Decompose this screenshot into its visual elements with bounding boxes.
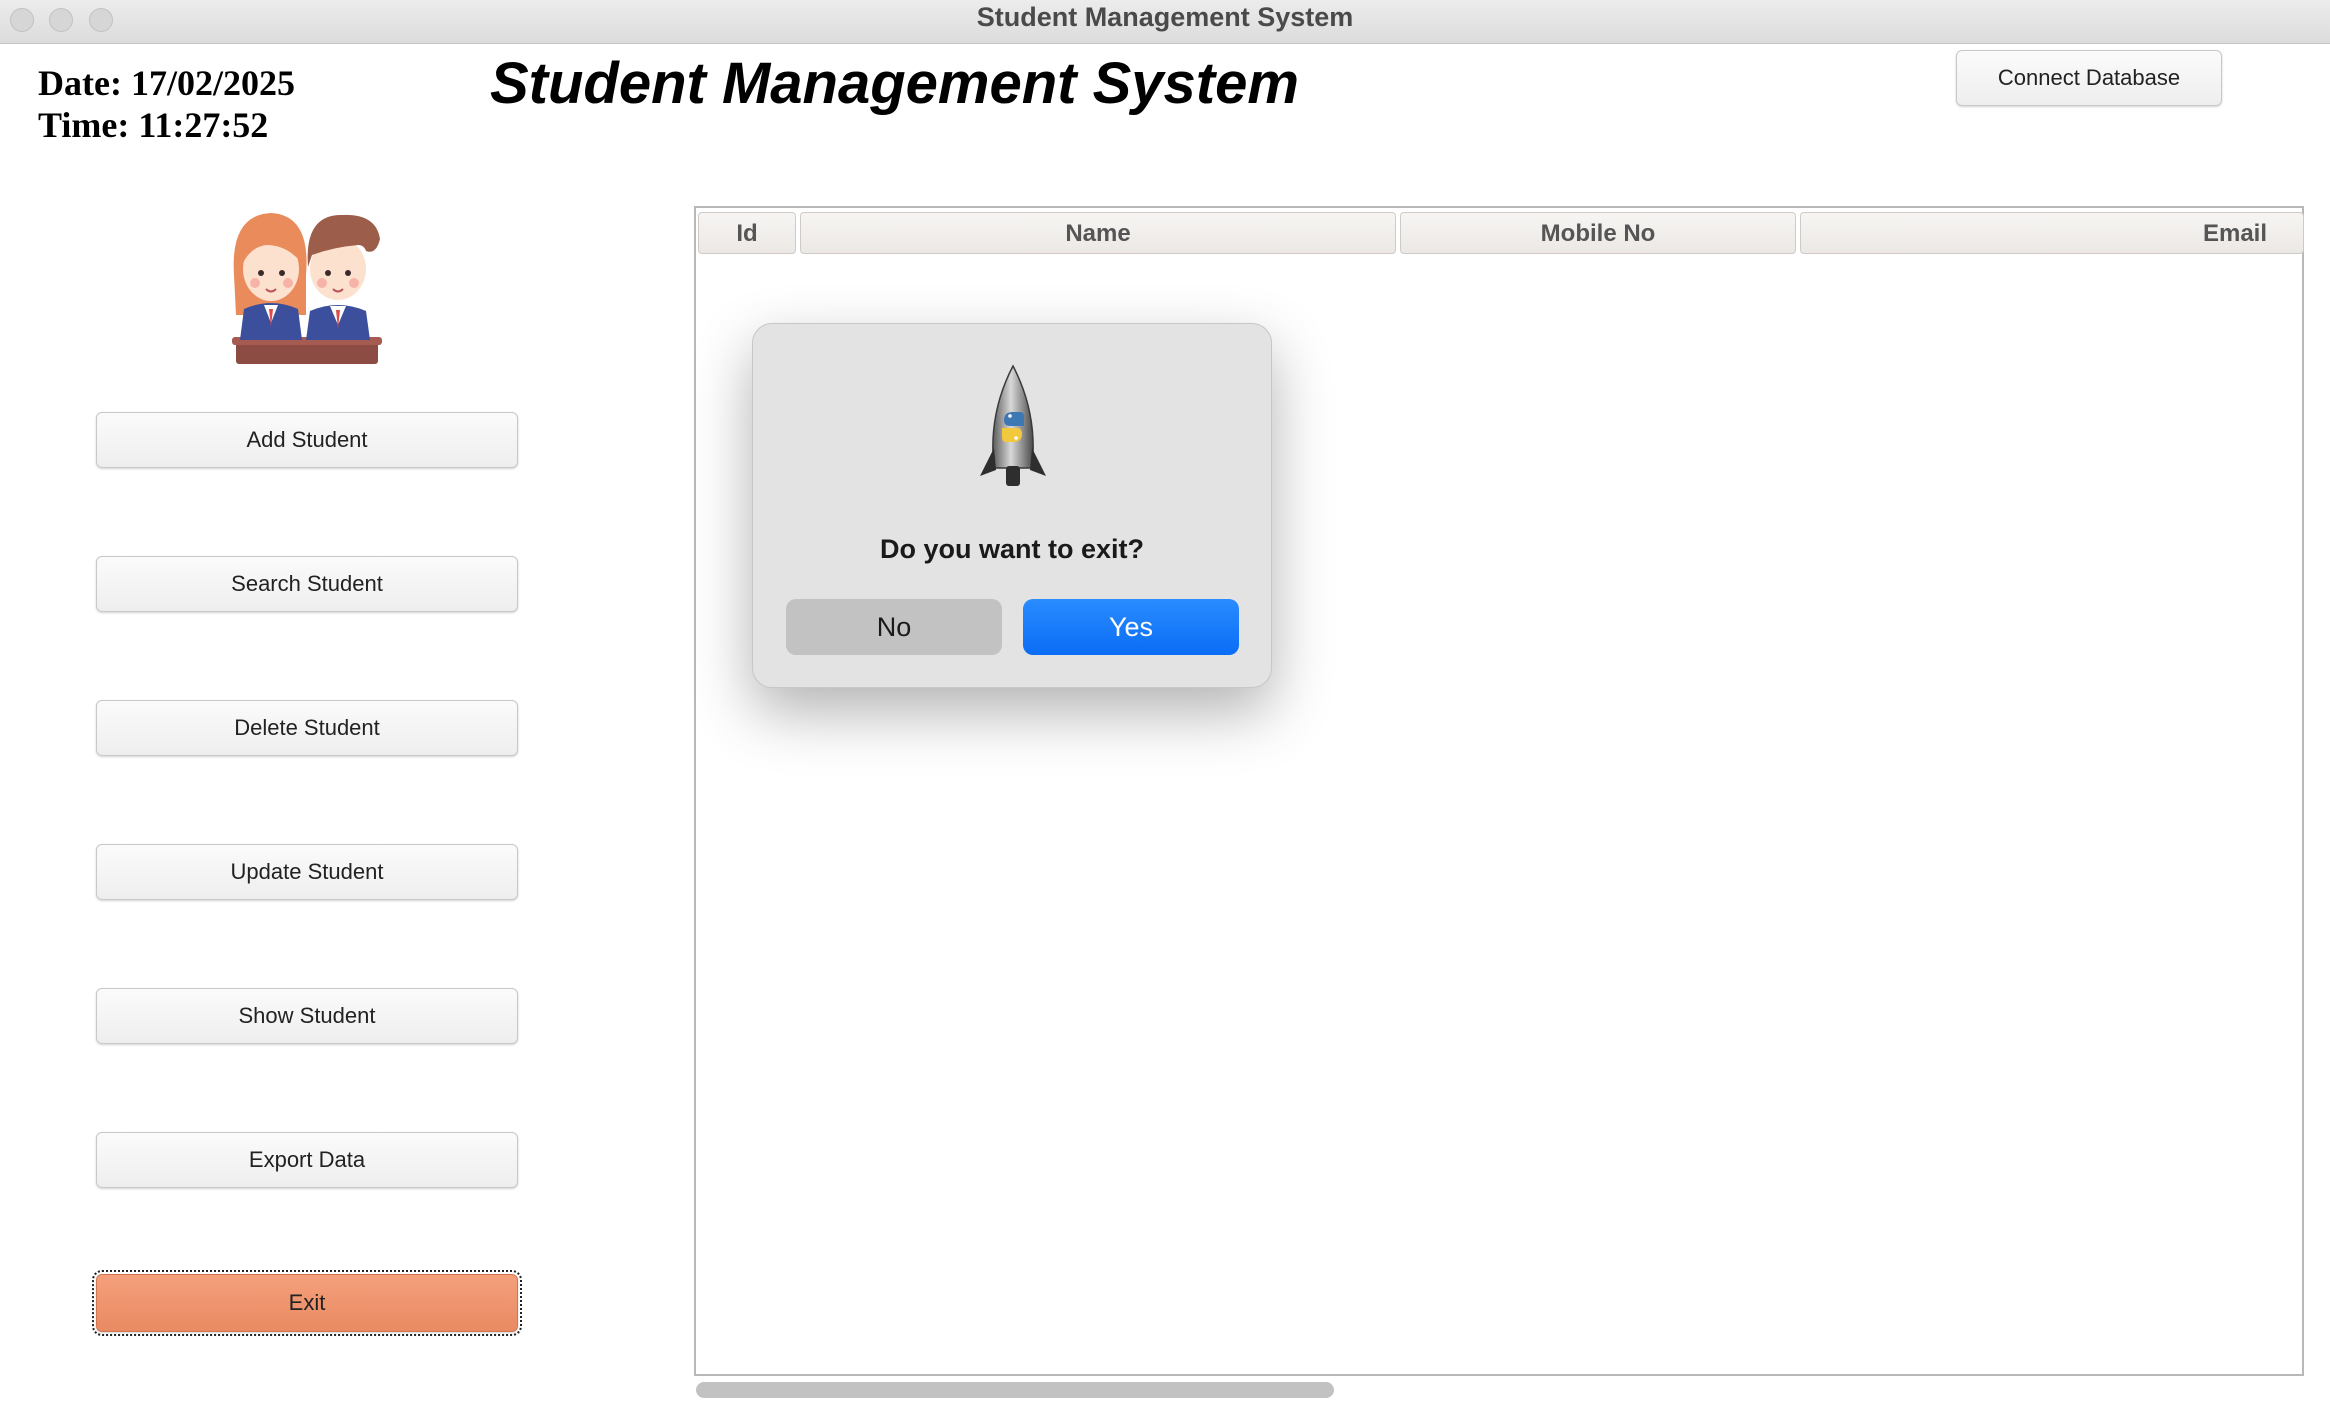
column-header-name[interactable]: Name	[800, 212, 1396, 254]
column-header-mobile[interactable]: Mobile No	[1400, 212, 1796, 254]
time-label: Time: 11:27:52	[38, 105, 269, 145]
add-student-button[interactable]: Add Student	[96, 412, 518, 468]
title-bar: Student Management System	[0, 0, 2330, 44]
update-student-button[interactable]: Update Student	[96, 844, 518, 900]
connect-database-button[interactable]: Connect Database	[1956, 50, 2222, 106]
search-student-button[interactable]: Search Student	[96, 556, 518, 612]
dialog-message: Do you want to exit?	[879, 534, 1144, 564]
yes-button[interactable]: Yes	[1023, 599, 1239, 655]
column-header-email[interactable]: Email	[1800, 212, 2304, 254]
column-header-email-label: Email	[2202, 220, 2267, 247]
show-student-button[interactable]: Show Student	[96, 988, 518, 1044]
window-title: Student Management System	[976, 2, 1354, 32]
delete-student-button[interactable]: Delete Student	[96, 700, 518, 756]
exit-button[interactable]: Exit	[92, 1270, 522, 1336]
horizontal-scrollbar[interactable]	[696, 1382, 1334, 1398]
export-data-button[interactable]: Export Data	[96, 1132, 518, 1188]
python-rocket-icon	[980, 364, 1046, 486]
no-button[interactable]: No	[786, 599, 1002, 655]
exit-confirm-dialog: Do you want to exit? No Yes	[752, 323, 1272, 688]
column-header-id[interactable]: Id	[698, 212, 796, 254]
students-icon	[232, 213, 382, 364]
date-label: Date: 17/02/2025	[38, 63, 295, 103]
app-heading: Student Management System	[490, 51, 1299, 116]
